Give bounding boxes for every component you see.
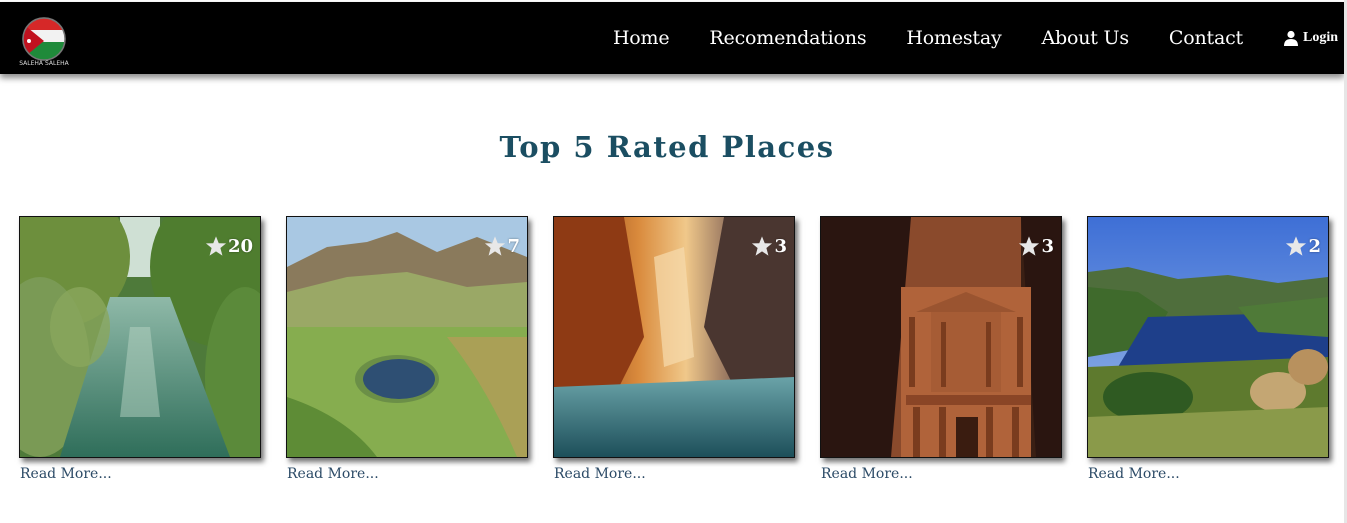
place-image-canyon[interactable]: 3 [553,216,795,458]
top-navbar: SALEHA SALEHA Home Recomendations Homest… [0,2,1344,74]
star-icon [752,236,773,256]
place-image-river[interactable]: 20 [19,216,261,458]
nav-recomendations[interactable]: Recomendations [709,27,866,49]
read-more-link[interactable]: Read More... [287,466,528,482]
place-card: 7 Read More... [286,216,528,482]
login-label: Login [1302,30,1338,45]
read-more-link[interactable]: Read More... [821,466,1062,482]
page: SALEHA SALEHA Home Recomendations Homest… [0,0,1347,523]
nav-homestay[interactable]: Homestay [906,27,1001,49]
place-card: 2 Read More... [1087,216,1329,482]
place-card: 3 Read More... [820,216,1062,482]
place-image-petra-treasury[interactable]: 3 [820,216,1062,458]
nav-home[interactable]: Home [613,27,670,49]
read-more-link[interactable]: Read More... [554,466,795,482]
rating-count: 2 [1308,235,1321,257]
rating-count: 20 [227,235,253,257]
star-icon [1286,236,1307,256]
rating-badge: 3 [751,235,787,257]
rating-count: 3 [1041,235,1054,257]
nav-contact[interactable]: Contact [1169,27,1243,49]
rating-badge: 7 [484,235,520,257]
login-button[interactable]: Login [1283,30,1338,46]
read-more-link[interactable]: Read More... [20,466,261,482]
rating-badge: 20 [205,235,253,257]
nav-links: Home Recomendations Homestay About Us Co… [573,2,1338,74]
rating-count: 7 [507,235,520,257]
site-logo[interactable]: SALEHA SALEHA [18,15,70,67]
rating-count: 3 [774,235,787,257]
star-icon [205,236,227,256]
nav-about-us[interactable]: About Us [1042,27,1130,49]
rating-badge: 3 [1018,235,1054,257]
svg-text:SALEHA SALEHA: SALEHA SALEHA [19,60,69,67]
star-icon [1019,236,1040,256]
section-title: Top 5 Rated Places [499,130,835,164]
place-image-dam-lake[interactable]: 2 [1087,216,1329,458]
place-card: 20 Read More... [19,216,261,482]
place-card: 3 Read More... [553,216,795,482]
star-icon [485,236,506,256]
read-more-link[interactable]: Read More... [1088,466,1329,482]
user-icon [1283,30,1298,46]
rating-badge: 2 [1285,235,1321,257]
place-image-mountain-lake[interactable]: 7 [286,216,528,458]
